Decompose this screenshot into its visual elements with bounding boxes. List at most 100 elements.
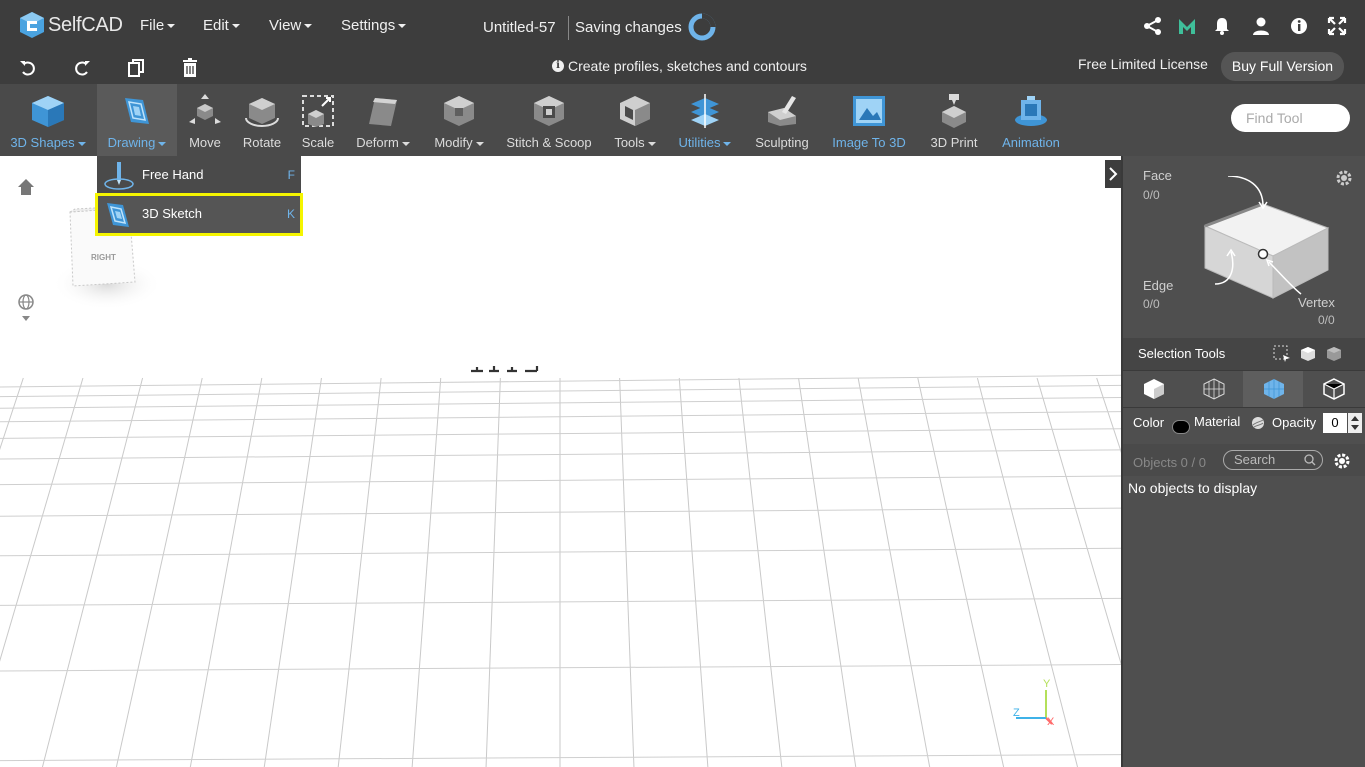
- tool-label: Animation: [1002, 135, 1060, 150]
- axis-z-label: Z: [1013, 707, 1020, 719]
- share-icon[interactable]: [1143, 16, 1163, 36]
- 3d-sketch-icon: [107, 203, 129, 227]
- face-count: 0/0: [1143, 188, 1160, 202]
- tool-tools[interactable]: Tools: [602, 84, 668, 156]
- rotate-icon: [245, 98, 279, 127]
- move-icon: [189, 94, 221, 124]
- settings-gear-icon[interactable]: [1335, 169, 1353, 187]
- selection-tools-row: Selection Tools: [1123, 338, 1365, 370]
- objects-settings-gear-icon[interactable]: [1333, 452, 1351, 470]
- tool-3d-shapes[interactable]: 3D Shapes: [0, 84, 96, 156]
- stitch-scoop-icon: [534, 96, 564, 126]
- user-account-icon[interactable]: [1251, 16, 1271, 36]
- tool-stitch-scoop[interactable]: Stitch & Scoop: [497, 84, 601, 156]
- shortcut-key: F: [287, 168, 295, 182]
- object-mode-icon: [1144, 379, 1164, 399]
- objects-search-input[interactable]: Search: [1223, 450, 1323, 470]
- tool-image-to-3d[interactable]: Image To 3D: [823, 84, 915, 156]
- buy-full-version-button[interactable]: Buy Full Version: [1221, 52, 1344, 81]
- mode-wireframe[interactable]: [1183, 371, 1243, 407]
- select-object-icon[interactable]: [1299, 345, 1317, 363]
- 3d-viewport[interactable]: RIGHT Y Z X: [0, 156, 1121, 767]
- mode-solid-wire[interactable]: [1243, 371, 1303, 407]
- tool-label: Modify: [422, 135, 496, 150]
- objects-count: Objects 0 / 0: [1133, 455, 1206, 470]
- tool-utilities[interactable]: Utilities: [669, 84, 741, 156]
- selection-tools-label: Selection Tools: [1138, 346, 1226, 361]
- selection-mode-tabs: [1123, 370, 1365, 408]
- home-view-icon[interactable]: [17, 178, 35, 196]
- free-hand-icon: [104, 162, 134, 190]
- tool-move[interactable]: Move: [178, 84, 232, 156]
- tool-scale[interactable]: Scale: [292, 84, 344, 156]
- menu-item-3d-sketch[interactable]: 3D Sketch K: [95, 193, 303, 236]
- empty-objects-message: No objects to display: [1128, 480, 1258, 496]
- select-hidden-icon[interactable]: [1325, 345, 1343, 363]
- undo-icon[interactable]: [18, 58, 38, 78]
- fullscreen-icon[interactable]: [1327, 16, 1347, 36]
- tool-label: Sculpting: [755, 135, 809, 150]
- modify-icon: [444, 96, 474, 126]
- saving-spinner-icon: [688, 13, 716, 41]
- selection-mode-diagram[interactable]: [1193, 176, 1343, 306]
- tool-modify[interactable]: Modify: [422, 84, 496, 156]
- top-bar: SelfCAD File Edit View Settings Untitled…: [0, 0, 1365, 52]
- tool-label: Move: [189, 135, 221, 150]
- tool-drawing[interactable]: Drawing: [97, 84, 177, 156]
- app-name: SelfCAD: [48, 13, 123, 36]
- face-label: Face: [1143, 168, 1172, 183]
- view-cube-face-label: RIGHT: [91, 253, 116, 262]
- drawing-dropdown-menu: Free Hand F 3D Sketch K: [95, 156, 303, 236]
- menu-item-label: 3D Sketch: [142, 206, 202, 221]
- panel-collapse-button[interactable]: [1105, 160, 1121, 188]
- deform-icon: [369, 98, 397, 126]
- shortcut-key: K: [286, 207, 295, 221]
- edge-count: 0/0: [1143, 297, 1160, 311]
- scale-icon: [302, 95, 334, 127]
- menu-file[interactable]: File: [140, 17, 176, 34]
- tool-label: 3D Print: [930, 135, 978, 150]
- tool-sculpting[interactable]: Sculpting: [742, 84, 822, 156]
- menu-item-free-hand[interactable]: Free Hand F: [97, 156, 301, 195]
- color-label: Color: [1133, 415, 1165, 430]
- help-info-icon[interactable]: [1289, 16, 1309, 36]
- license-status: Free Limited License: [1078, 56, 1208, 72]
- tool-rotate[interactable]: Rotate: [233, 84, 291, 156]
- material-label: Material: [1194, 414, 1241, 429]
- opacity-stepper[interactable]: [1348, 413, 1362, 433]
- tools-icon: [620, 96, 650, 126]
- selfcad-logo[interactable]: SelfCAD: [19, 11, 123, 39]
- tool-label: 3D Shapes: [0, 135, 96, 150]
- tool-deform[interactable]: Deform: [345, 84, 421, 156]
- selfcad-logo-icon: [20, 12, 44, 38]
- mode-transparent[interactable]: [1303, 371, 1363, 407]
- box-select-icon[interactable]: [1273, 345, 1291, 363]
- tool-animation[interactable]: Animation: [993, 84, 1069, 156]
- axis-gizmo: Y Z X: [1010, 678, 1060, 730]
- copy-icon[interactable]: [126, 58, 146, 78]
- axis-x-label: X: [1047, 716, 1055, 728]
- main-toolbar: 3D Shapes Drawing Move Rotate Scale Defo…: [0, 84, 1365, 156]
- edge-label: Edge: [1143, 278, 1174, 293]
- menu-settings[interactable]: Settings: [341, 17, 407, 34]
- material-sphere-icon[interactable]: [1251, 416, 1265, 430]
- objects-list: No objects to display: [1123, 476, 1365, 767]
- notifications-bell-icon[interactable]: [1212, 16, 1232, 36]
- color-swatch[interactable]: [1172, 420, 1190, 434]
- cube-icon: [32, 96, 64, 127]
- delete-trash-icon[interactable]: [180, 58, 200, 78]
- myminifactory-icon[interactable]: [1177, 16, 1197, 36]
- find-tool-input[interactable]: Find Tool: [1231, 104, 1350, 132]
- menu-edit[interactable]: Edit: [203, 17, 240, 34]
- document-title[interactable]: Untitled-57: [483, 19, 556, 36]
- vertex-count: 0/0: [1318, 313, 1335, 327]
- menu-view[interactable]: View: [269, 17, 313, 34]
- redo-icon[interactable]: [72, 58, 92, 78]
- globe-projection-icon[interactable]: [16, 293, 36, 325]
- left-side-marker: [471, 366, 539, 373]
- mode-object[interactable]: [1123, 371, 1183, 407]
- tool-3d-print[interactable]: 3D Print: [916, 84, 992, 156]
- tool-hint: i Create profiles, sketches and contours: [552, 58, 807, 74]
- tool-label: Image To 3D: [832, 135, 906, 150]
- opacity-input[interactable]: 0: [1323, 413, 1347, 433]
